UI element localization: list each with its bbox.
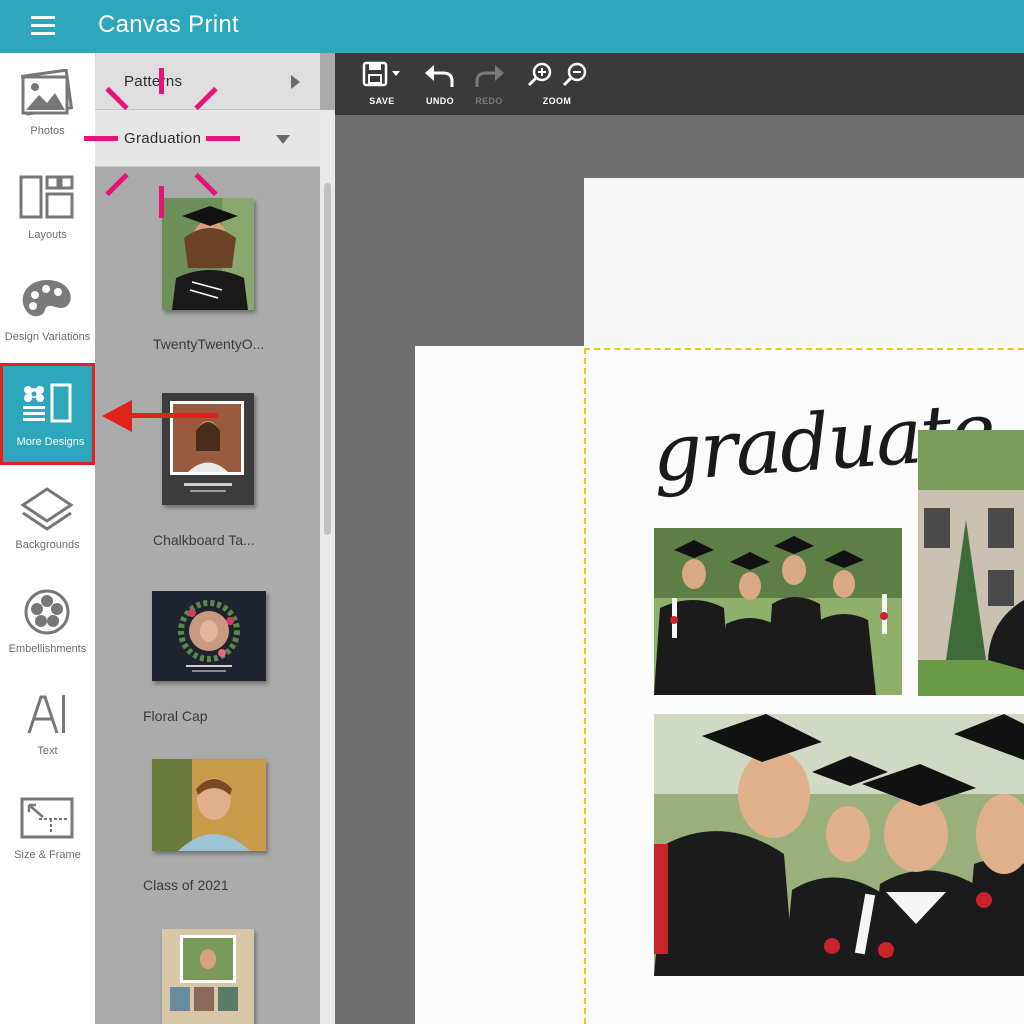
rail-item-backgrounds[interactable]: Backgrounds: [0, 467, 95, 567]
chevron-down-icon: [276, 135, 290, 144]
rail-item-embellishments[interactable]: Embellishments: [0, 571, 95, 671]
save-button[interactable]: SAVE: [357, 61, 407, 106]
scrollbar-thumb[interactable]: [324, 183, 331, 535]
design-label: Floral Cap: [143, 708, 208, 724]
category-label: Graduation: [124, 130, 202, 147]
redo-icon: [475, 65, 504, 87]
design-label: Chalkboard Ta...: [153, 532, 255, 548]
save-icon: [362, 61, 400, 87]
zoom-out-icon[interactable]: [562, 62, 587, 87]
design-label: Class of 2021: [143, 877, 229, 893]
backgrounds-icon: [20, 487, 74, 531]
undo-label: UNDO: [425, 96, 455, 106]
layouts-icon: [19, 175, 74, 219]
hamburger-menu-icon[interactable]: [26, 10, 60, 42]
category-label: Patterns: [124, 73, 183, 90]
graduate-photo: [162, 198, 254, 310]
rail-item-text[interactable]: Text: [0, 673, 95, 773]
size-frame-icon: [20, 797, 74, 839]
flower-icon: [24, 589, 70, 635]
design-thumbnail-twentytwenty[interactable]: [162, 198, 254, 310]
zoom-icons: [527, 62, 587, 87]
rail-label: Size & Frame: [14, 849, 81, 861]
canvas-photo-selfie[interactable]: [654, 714, 1024, 976]
design-panel: Patterns Graduation TwentyTwentyO... Cha…: [95, 53, 335, 1024]
photos-icon: [20, 69, 74, 116]
app-title: Canvas Print: [98, 11, 239, 38]
rail-label: Photos: [30, 125, 65, 137]
class-photo: [152, 759, 266, 851]
rail-item-more-designs[interactable]: More Designs: [0, 363, 95, 465]
tool-rail: Photos Layouts Design Variations More De…: [0, 53, 95, 1024]
redo-button[interactable]: REDO: [469, 61, 509, 106]
group-graduates-photo: [654, 528, 902, 695]
zoom-in-icon[interactable]: [527, 62, 552, 87]
design-thumbnail-collage[interactable]: [162, 929, 254, 1024]
canvas-photo-group[interactable]: [654, 528, 902, 695]
rail-label: Design Variations: [4, 331, 91, 343]
rail-label: Embellishments: [8, 643, 87, 655]
rail-label: Layouts: [28, 229, 67, 241]
floral-photo: [152, 591, 266, 681]
zoom-label: ZOOM: [542, 96, 572, 106]
top-bar: Canvas Print: [0, 0, 1024, 53]
rail-label: More Designs: [16, 436, 85, 448]
rail-item-design-variations[interactable]: Design Variations: [0, 259, 95, 359]
text-icon: [27, 695, 65, 734]
editor-toolbar: SAVE UNDO REDO ZOOM: [335, 53, 1024, 115]
rail-item-layouts[interactable]: Layouts: [0, 157, 95, 257]
more-designs-icon: [23, 383, 72, 423]
save-label: SAVE: [369, 96, 395, 106]
collage-photo: [162, 929, 254, 1024]
callout-arrow-icon: [102, 400, 218, 432]
undo-icon: [425, 65, 454, 87]
redo-label: REDO: [475, 96, 503, 106]
category-patterns[interactable]: Patterns: [95, 53, 320, 110]
chevron-right-icon: [291, 75, 300, 89]
palette-icon: [22, 280, 71, 317]
selfie-graduates-photo: [654, 714, 1024, 976]
design-thumbnail-class-of-2021[interactable]: [152, 759, 266, 851]
rail-item-photos[interactable]: Photos: [0, 53, 95, 153]
design-label: TwentyTwentyO...: [153, 336, 265, 352]
campus-photo: [918, 430, 1024, 696]
rail-item-size-frame[interactable]: Size & Frame: [0, 777, 95, 877]
zoom-controls: ZOOM: [525, 61, 589, 106]
rail-label: Text: [37, 745, 58, 757]
canvas-photo-campus[interactable]: [918, 430, 1024, 696]
rail-label: Backgrounds: [15, 539, 80, 551]
undo-button[interactable]: UNDO: [420, 61, 460, 106]
design-thumbnail-floral-cap[interactable]: [152, 591, 266, 681]
